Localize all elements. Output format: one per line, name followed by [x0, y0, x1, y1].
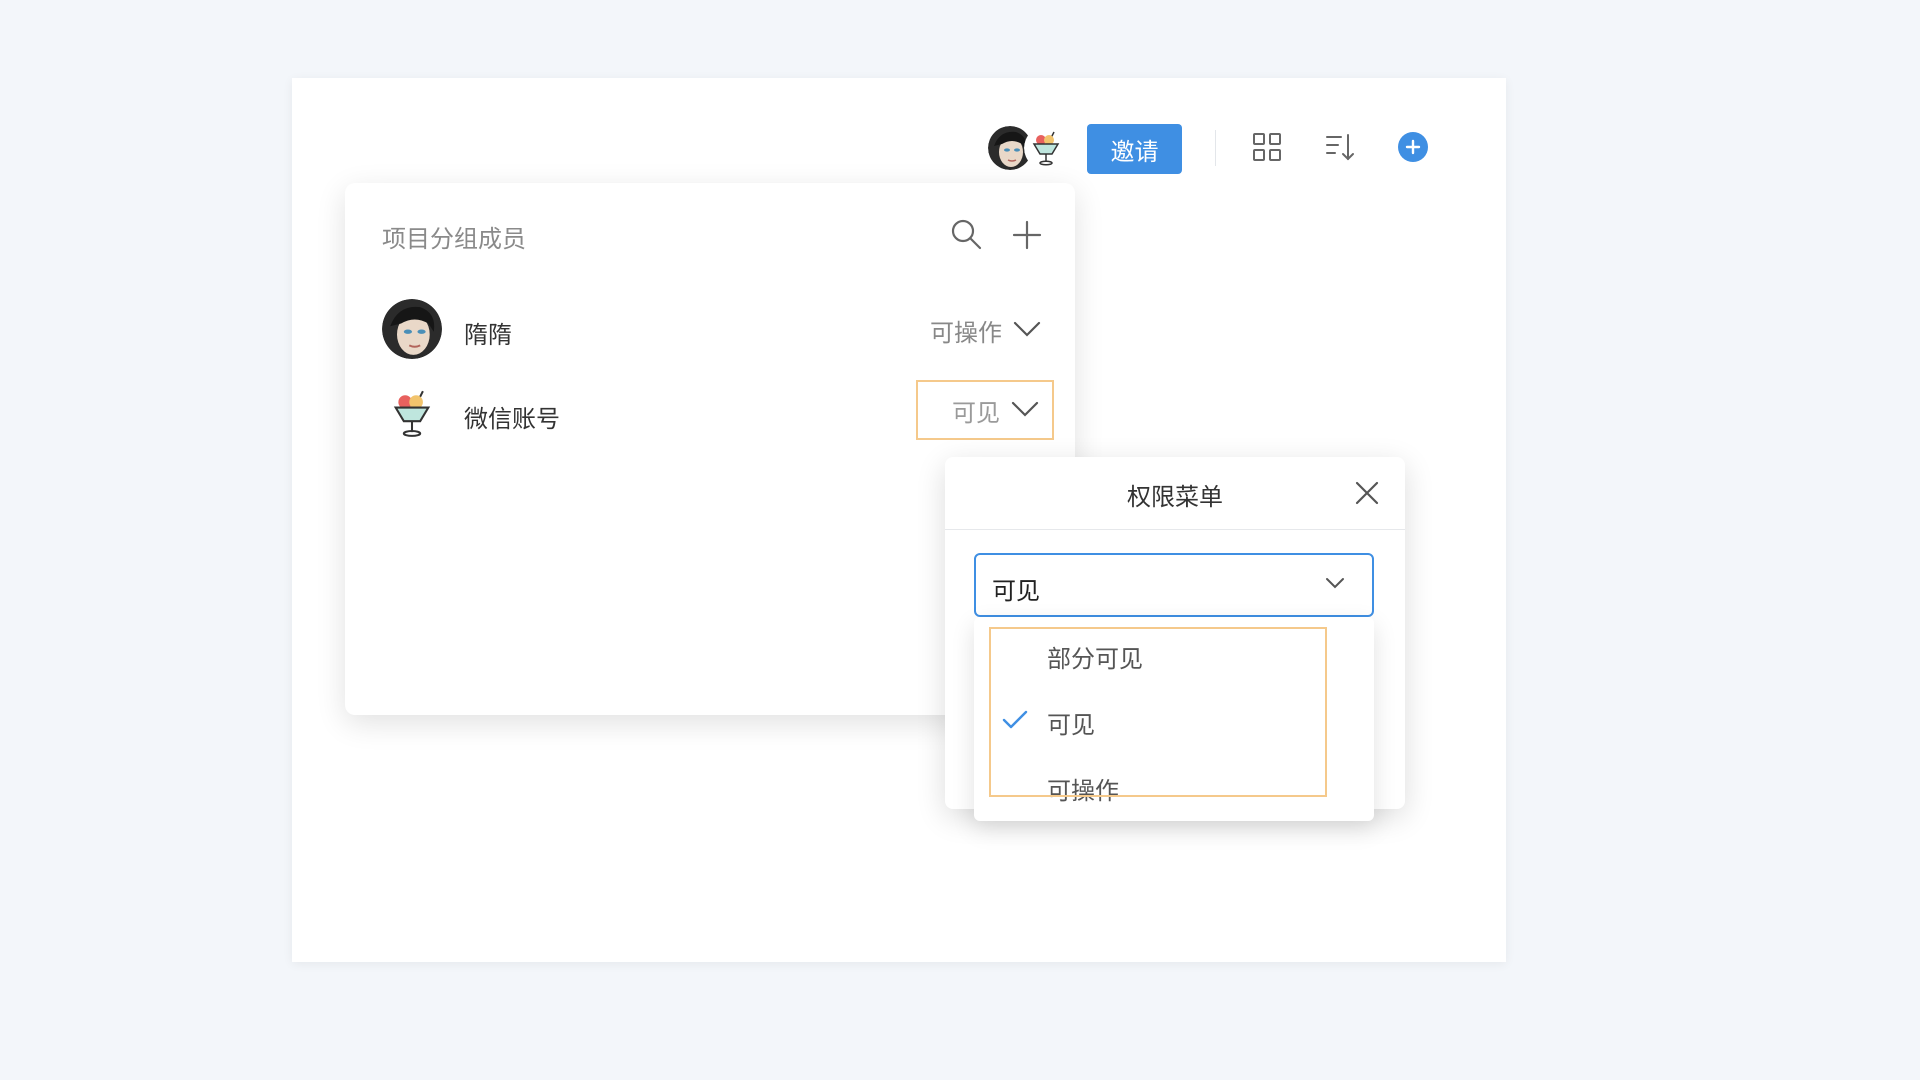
- add-circle-icon[interactable]: [1398, 132, 1428, 162]
- chevron-down-icon: [1010, 396, 1040, 424]
- option-operable[interactable]: 可操作: [991, 757, 1325, 813]
- panel-title: 项目分组成员: [382, 225, 526, 253]
- member-row: 隋隋 可操作: [382, 299, 1042, 363]
- option-label: 可见: [1047, 711, 1095, 739]
- permission-dropdown[interactable]: 可见: [974, 553, 1374, 617]
- option-visible[interactable]: 可见: [991, 691, 1325, 747]
- member-row: 微信账号 可见: [382, 380, 1054, 447]
- member-name: 隋隋: [464, 321, 512, 349]
- option-label: 部分可见: [1047, 645, 1143, 673]
- close-icon[interactable]: [1351, 477, 1383, 509]
- permission-menu-header: 权限菜单: [945, 457, 1405, 530]
- sort-icon[interactable]: [1322, 129, 1358, 165]
- permission-dropdown-value: 可见: [992, 577, 1040, 605]
- invite-button[interactable]: 邀请: [1087, 124, 1182, 174]
- toolbar-divider: [1215, 130, 1216, 166]
- option-label: 可操作: [1047, 777, 1119, 805]
- plus-icon[interactable]: [1009, 217, 1045, 253]
- portrait-avatar: [382, 299, 442, 359]
- option-partially-visible[interactable]: 部分可见: [991, 625, 1325, 681]
- search-icon[interactable]: [949, 217, 985, 253]
- ice-cream-sundae-avatar: [382, 383, 442, 443]
- permission-menu: 权限菜单 可见 部分可见 可见 可操作: [945, 457, 1405, 821]
- grid-view-icon[interactable]: [1249, 129, 1285, 165]
- permission-select[interactable]: 可操作: [930, 305, 1042, 355]
- check-icon: [1001, 709, 1029, 735]
- permission-value: 可见: [952, 398, 1000, 427]
- permission-select-highlighted[interactable]: 可见: [916, 380, 1054, 440]
- sundae-avatar[interactable]: [1024, 126, 1068, 170]
- member-name: 微信账号: [464, 405, 560, 433]
- collaborator-avatars[interactable]: [988, 126, 1068, 170]
- permission-options-list: 部分可见 可见 可操作: [974, 617, 1374, 821]
- chevron-down-icon: [1012, 316, 1042, 344]
- permission-value: 可操作: [930, 318, 1002, 347]
- chevron-down-icon: [1324, 575, 1346, 594]
- permission-menu-title: 权限菜单: [1127, 483, 1223, 511]
